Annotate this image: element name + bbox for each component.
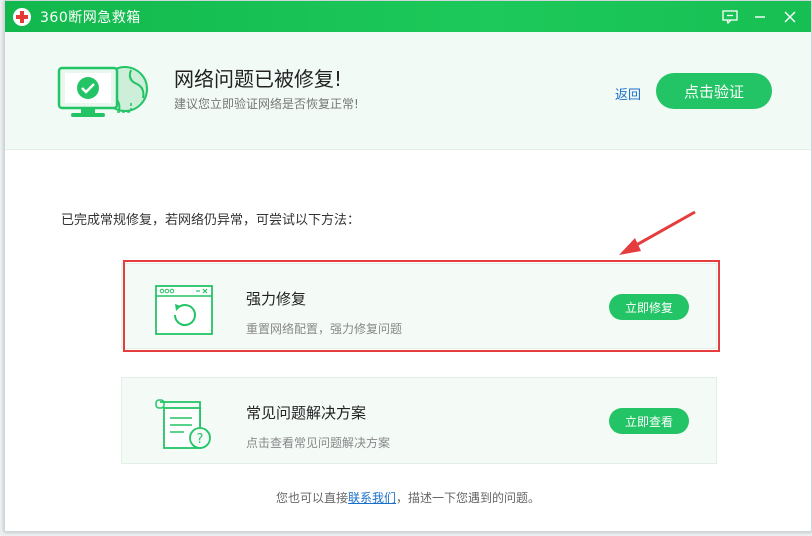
footer-text: 您也可以直接联系我们，描述一下您遇到的问题。 [5, 489, 811, 506]
network-fixed-icon [57, 66, 148, 117]
minimize-icon[interactable] [745, 1, 775, 32]
back-link[interactable]: 返回 [615, 84, 641, 103]
window-title: 360断网急救箱 [40, 9, 141, 26]
feedback-icon[interactable] [715, 1, 745, 32]
result-header: 网络问题已被修复! 建议您立即验证网络是否恢复正常! 返回 点击验证 [5, 32, 811, 150]
annotation-arrow-icon [619, 210, 696, 255]
window-refresh-icon [155, 285, 213, 335]
app-logo-icon [13, 7, 31, 26]
close-icon[interactable] [775, 1, 805, 32]
title-bar: 360断网急救箱 [5, 1, 811, 32]
result-subtitle: 建议您立即验证网络是否恢复正常! [174, 97, 359, 111]
main-window: 360断网急救箱 网络问题已被修复! 建议您立即验证网络是否恢复正常! 返回 点… [4, 0, 812, 532]
window-controls [715, 1, 805, 32]
faq-title: 常见问题解决方案 [246, 404, 367, 422]
verify-button[interactable]: 点击验证 [656, 73, 772, 109]
svg-text:?: ? [197, 432, 204, 447]
document-question-icon: ? [155, 399, 211, 449]
hint-text: 已完成常规修复，若网络仍异常，可尝试以下方法： [61, 213, 361, 228]
footer-suffix: ，描述一下您遇到的问题。 [396, 491, 541, 505]
result-title: 网络问题已被修复! [174, 67, 343, 91]
repair-now-button[interactable]: 立即修复 [609, 294, 689, 320]
view-now-button[interactable]: 立即查看 [609, 408, 689, 434]
force-repair-desc: 重置网络配置，强力修复问题 [246, 322, 403, 336]
force-repair-card: 强力修复 重置网络配置，强力修复问题 立即修复 [121, 263, 717, 349]
faq-desc: 点击查看常见问题解决方案 [246, 436, 391, 450]
faq-card: ? 常见问题解决方案 点击查看常见问题解决方案 立即查看 [121, 377, 717, 464]
force-repair-title: 强力修复 [246, 290, 307, 308]
footer-prefix: 您也可以直接 [275, 491, 348, 505]
contact-us-link[interactable]: 联系我们 [348, 491, 396, 505]
